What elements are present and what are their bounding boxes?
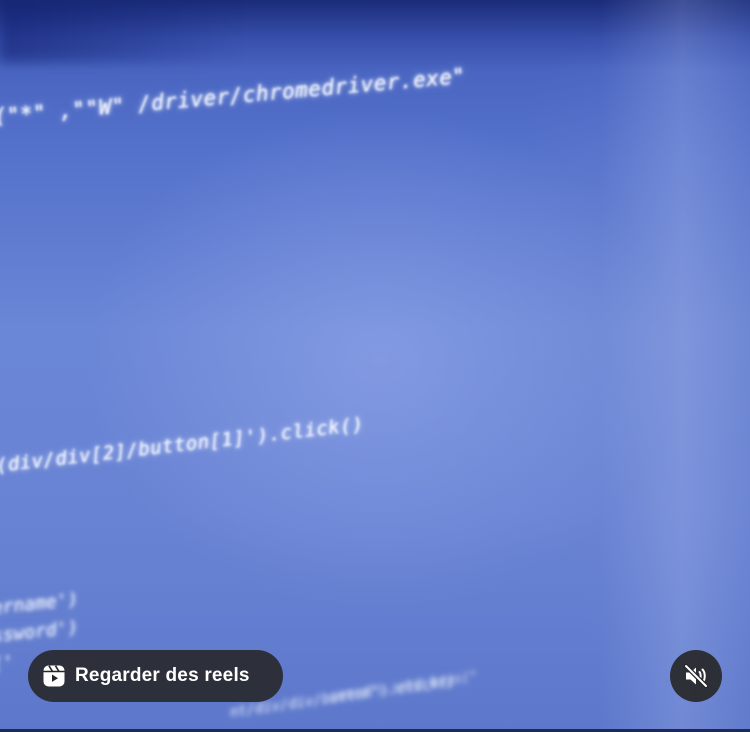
code-fragment: ername') xyxy=(0,588,80,619)
video-player[interactable]: ("*" ,""W" /driver/chromedriver.exe" (di… xyxy=(0,0,750,732)
code-fragment: ssword') xyxy=(0,616,80,647)
watch-reels-button[interactable]: Regarder des reels xyxy=(28,650,283,702)
watch-reels-label: Regarder des reels xyxy=(75,665,250,686)
screen-glare xyxy=(600,0,750,732)
monitor-bezel-shadow xyxy=(0,0,240,62)
code-line-driver-path: ("*" ,""W" /driver/chromedriver.exe" xyxy=(0,63,467,129)
code-line-click: (div/div[2]/button[1]').click() xyxy=(0,413,365,477)
reels-icon xyxy=(43,665,65,687)
code-fragment: (' xyxy=(0,651,15,675)
volume-muted-icon xyxy=(683,663,709,689)
unmute-button[interactable] xyxy=(670,650,722,702)
